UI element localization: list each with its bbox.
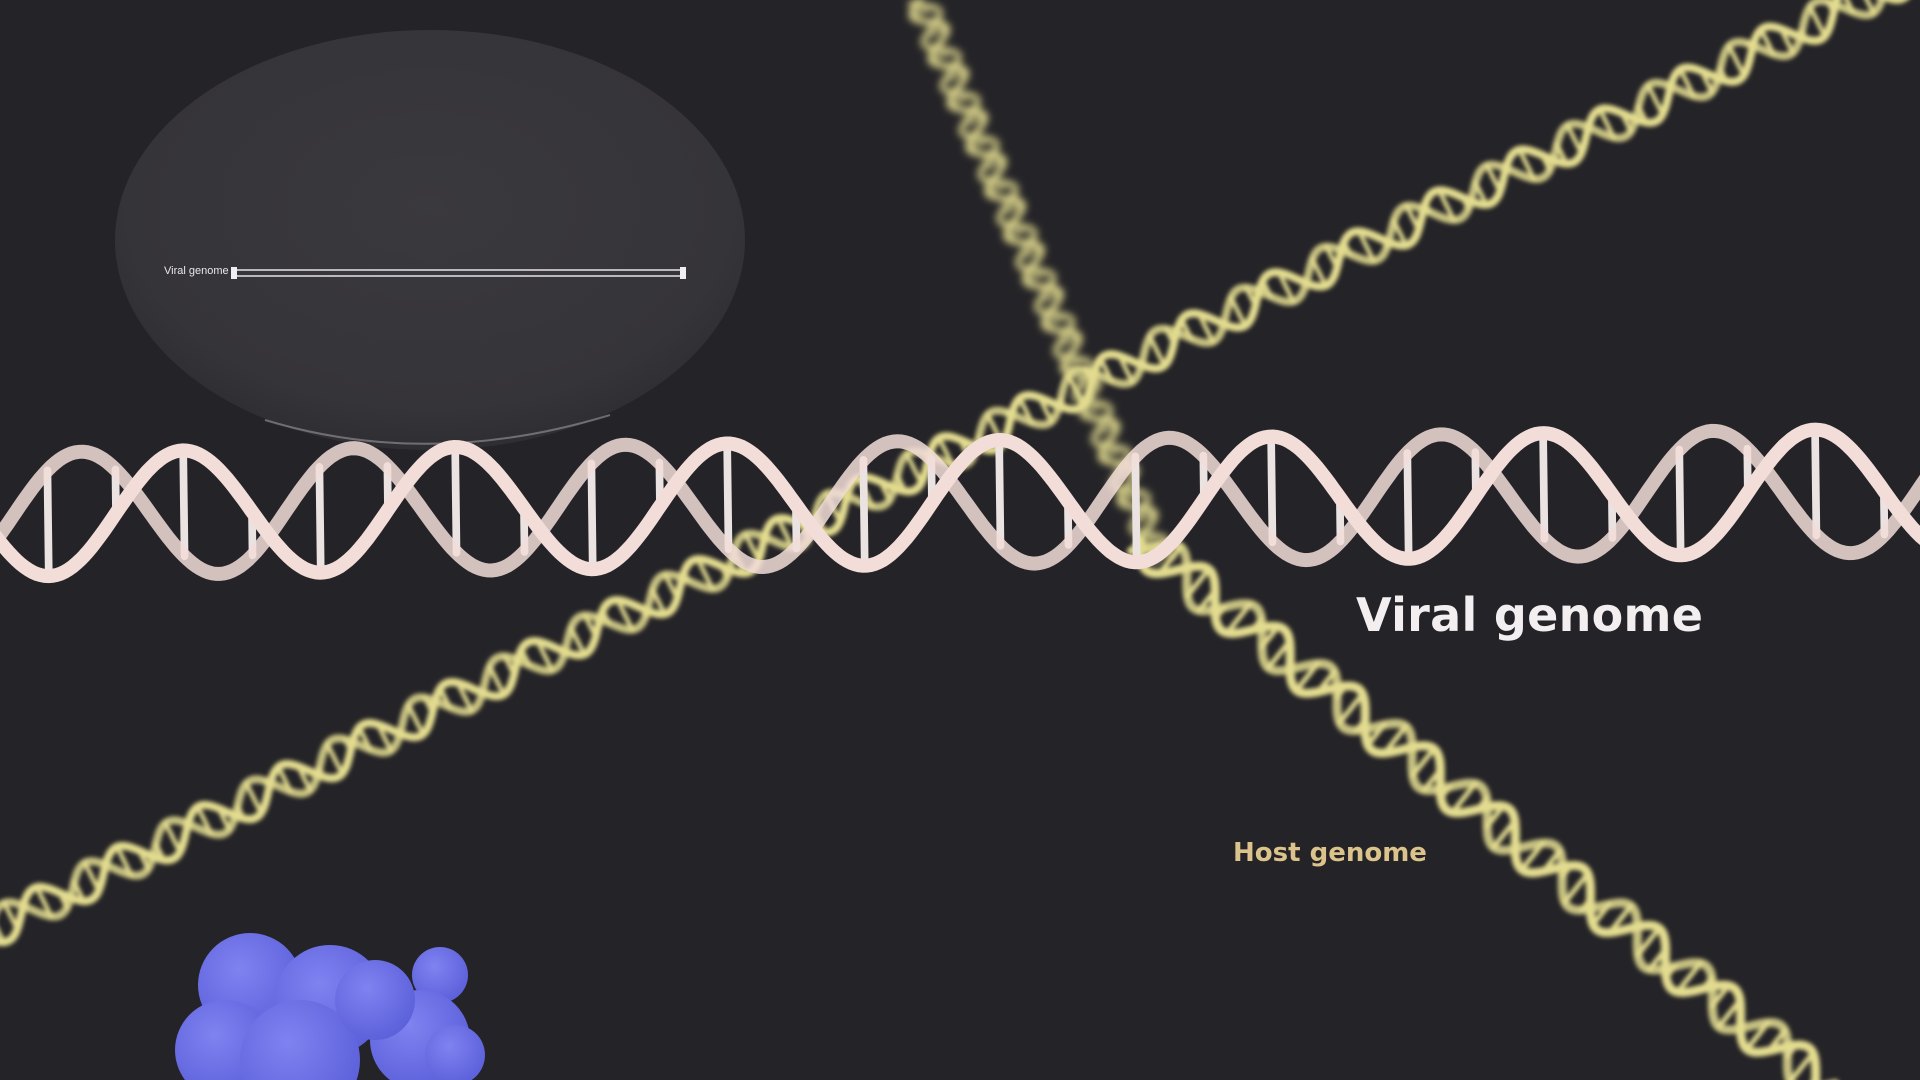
base-pair-rung [179,446,189,561]
base-pair-rung [587,459,597,574]
base-pair-rung [315,462,325,577]
animation-frame: Viral genome Viral genome Host genome [0,0,1920,1080]
base-pair-rung [1337,691,1366,726]
base-pair-rung [244,781,264,816]
base-pair-rung [325,741,345,777]
base-pair-rung [1562,870,1591,905]
base-pair-rung [43,466,53,580]
base-pair-rung [995,436,1005,550]
base-pair-rung [1131,452,1141,567]
base-pair-rung [451,443,461,557]
dna-scene [0,0,1920,1080]
base-pair-rung [1726,43,1747,78]
base-pair-rung [1788,1050,1816,1080]
base-pair-rung [1811,425,1821,540]
protein-blob-icon [175,933,485,1080]
genome-start-handle [231,267,237,279]
base-pair-rung [1403,449,1413,563]
base-pair-rung [723,439,733,554]
base-pair-rung [859,456,869,570]
host-genome-label: Host genome [1233,838,1427,868]
genome-inset-bubble [115,30,745,450]
base-pair-rung [1675,445,1685,560]
inset-viral-genome-label: Viral genome [164,265,229,277]
base-pair-rung [1807,4,1828,39]
viral-dna-helix [0,422,1920,584]
viral-genome-label: Viral genome [1356,588,1704,642]
base-pair-rung [1267,432,1277,547]
genome-end-handle [680,267,686,279]
base-pair-rung [1539,429,1549,543]
